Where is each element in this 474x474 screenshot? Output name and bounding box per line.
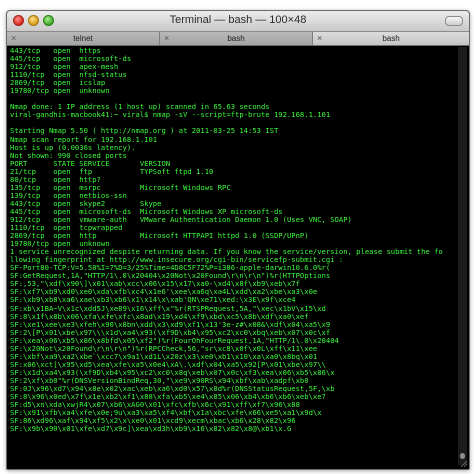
terminal-line: SF:,53,"\xdf\x90\]\x01\xab\xcc\x06\x15\x… [10,280,300,289]
tab-label: bash [382,34,400,43]
terminal-line: SF:0J\x96\xd7\x94\x8e\x02\xac\xeb\xa6\xd… [10,384,335,393]
tab-bash-2[interactable]: × bash [313,32,469,45]
tab-bar: × telnet × bash × bash [7,32,469,46]
terminal-line: 21/tcp open ftp TYPSoft ftpd 1.10 [10,167,214,176]
tab-close-icon[interactable]: × [11,32,16,45]
terminal-line: 912/tcp open vmware-auth VMware Authenti… [10,215,352,224]
terminal-line: SF:\xe1\xee\xe3\xfeh\x90\x8bn\xdd\x3\xd9… [10,320,331,329]
window-title: Terminal — bash — 100×48 [169,14,307,26]
terminal-line: Not shown: 990 closed ports [10,151,127,160]
terminal-line: 445/tcp open microsoft-ds Microsoft Wind… [10,207,283,216]
terminal-output[interactable]: 443/tcp open https 445/tcp open microsoft… [10,47,454,465]
terminal-line: PORT STATE SERVICE VERSION [10,159,171,168]
toolbar-toggle-button[interactable] [445,16,463,26]
terminal-line: 1 service unrecognized despite returning… [10,248,443,257]
terminal-line: SF:GetRequest,1A,"HTTP/1\.0\x20404\x20No… [10,272,331,281]
terminal-line: 443/tcp open skype2 Skype [10,199,162,208]
terminal-line: SF-Port80-TCP:V=5.50%I=7%D=3/25%Time=4D8… [10,264,331,273]
scrollbar-thumb[interactable] [460,453,465,459]
terminal-line: SF:\x9b\x90\x01\xfe\xd7\x9c]\xea\xd3h\xb… [10,425,292,434]
terminal-line: SF:\x20Not\x20Found\r\n\r\n")%r(RPCCheck… [10,344,318,353]
title-bar[interactable]: Terminal — bash — 100×48 [7,11,469,32]
terminal-line: 1110/tcp open tcpwrapped [10,224,123,233]
terminal-line: 912/tcp open apex-mesh [10,63,119,72]
terminal-line: 80/tcp open http? [10,175,101,184]
tab-telnet[interactable]: × telnet [7,32,160,45]
terminal-line: 19780/tcp open unknown [10,87,110,96]
terminal-line: 2869/tcp open icslap [10,79,106,88]
terminal-line: SF:xb\x1BA~V\x1c\xdd5J\xe89\x16\xff\x"%r… [10,304,326,313]
terminal-line: 2869/tcp open http Microsoft HTTPAPI htt… [10,232,309,241]
terminal-line: SF:8\x96\x0ed\x7f\x1e\xb2\xf1\x88\xfa\xb… [10,393,326,402]
terminal-line: SF:\xb9\xb8\xa6\xae\xb3\xb6\x1\x14\x\xab… [10,296,296,305]
terminal-line: 445/tcp open microsoft-ds [10,55,132,64]
terminal-line: 1110/tcp open nfsd-status [10,71,127,80]
tab-close-icon[interactable]: × [164,32,169,45]
terminal-line: 443/tcp open https [10,47,101,55]
terminal-line: Host is up (0.0036s latency). [10,143,136,152]
vertical-scrollbar[interactable] [458,47,467,465]
terminal-line: SF:\xea\x06\xb5\x86\x8bfd\x05\xf2")%r(Fo… [10,336,339,345]
terminal-line: SF:86\xd96\xaf\x94\xf5\x2\x\xe0\x01\xcd9… [10,417,296,426]
terminal-line: llowing fingerprint at http://www.insecu… [10,256,344,265]
resize-grip-icon[interactable] [460,460,468,468]
tab-close-icon[interactable]: × [317,32,322,45]
terminal-line: 19780/tcp open unknown [10,240,110,249]
terminal-line: viral-gandhis-macbook41:~ viral$ nmap -s… [10,111,331,120]
tab-label: bash [227,34,245,43]
terminal-line: SF:\xbf\xa9\xa2\xbe`\xcc7\x9a1\xd1L\x20z… [10,352,318,361]
terminal-line: SF:x06\xct[\x95\xd5\xea\xfe\xa5\x0e4\xA\… [10,360,326,369]
terminal-line: 135/tcp open msrpc Microsoft Windows RPC [10,183,231,192]
terminal-line: SF:\xf7\xb9\xd0\xe0\xda\xfb\xc4\x1e6'\xe… [10,288,318,297]
terminal-line: 139/tcp open netbios-ssn [10,191,127,200]
terminal-line: Starting Nmap 5.50 ( http://nmap.org ) a… [10,127,279,136]
terminal-line: Nmap done: 1 IP address (1 host up) scan… [10,103,270,112]
terminal-line: SF:d5\xn\xda\xwjR4\x07\xb6\xAG0\x01\xfc\… [10,401,300,410]
terminal-line: SF:\x1d\xa4\x93(\xf9D\xb4\x95\xc2\xc0\x8… [10,368,335,377]
terminal-line: Nmap scan report for 192.168.1.101 [10,135,158,144]
terminal-line: SF:8\x1f\x8b\x06\xfa\xfe\xfc\x8ad\x19\xd… [10,312,309,321]
tab-bash-1[interactable]: × bash [160,32,313,45]
terminal-window: Terminal — bash — 100×48 × telnet × bash… [6,10,470,470]
terminal-line: SF:2\[P\x01\xbe\x97\\\x1d\xa4\x93(\xf9D\… [10,328,331,337]
tab-label: telnet [73,34,93,43]
terminal-line: SF:2\xf\xb0"%r(DNSVersionBindReq,30,"\xe… [10,376,309,385]
terminal-line: SF:\x91\xfb\xa4\xfe\x0e;9u\xa3\xa5\xf4\x… [10,409,322,418]
